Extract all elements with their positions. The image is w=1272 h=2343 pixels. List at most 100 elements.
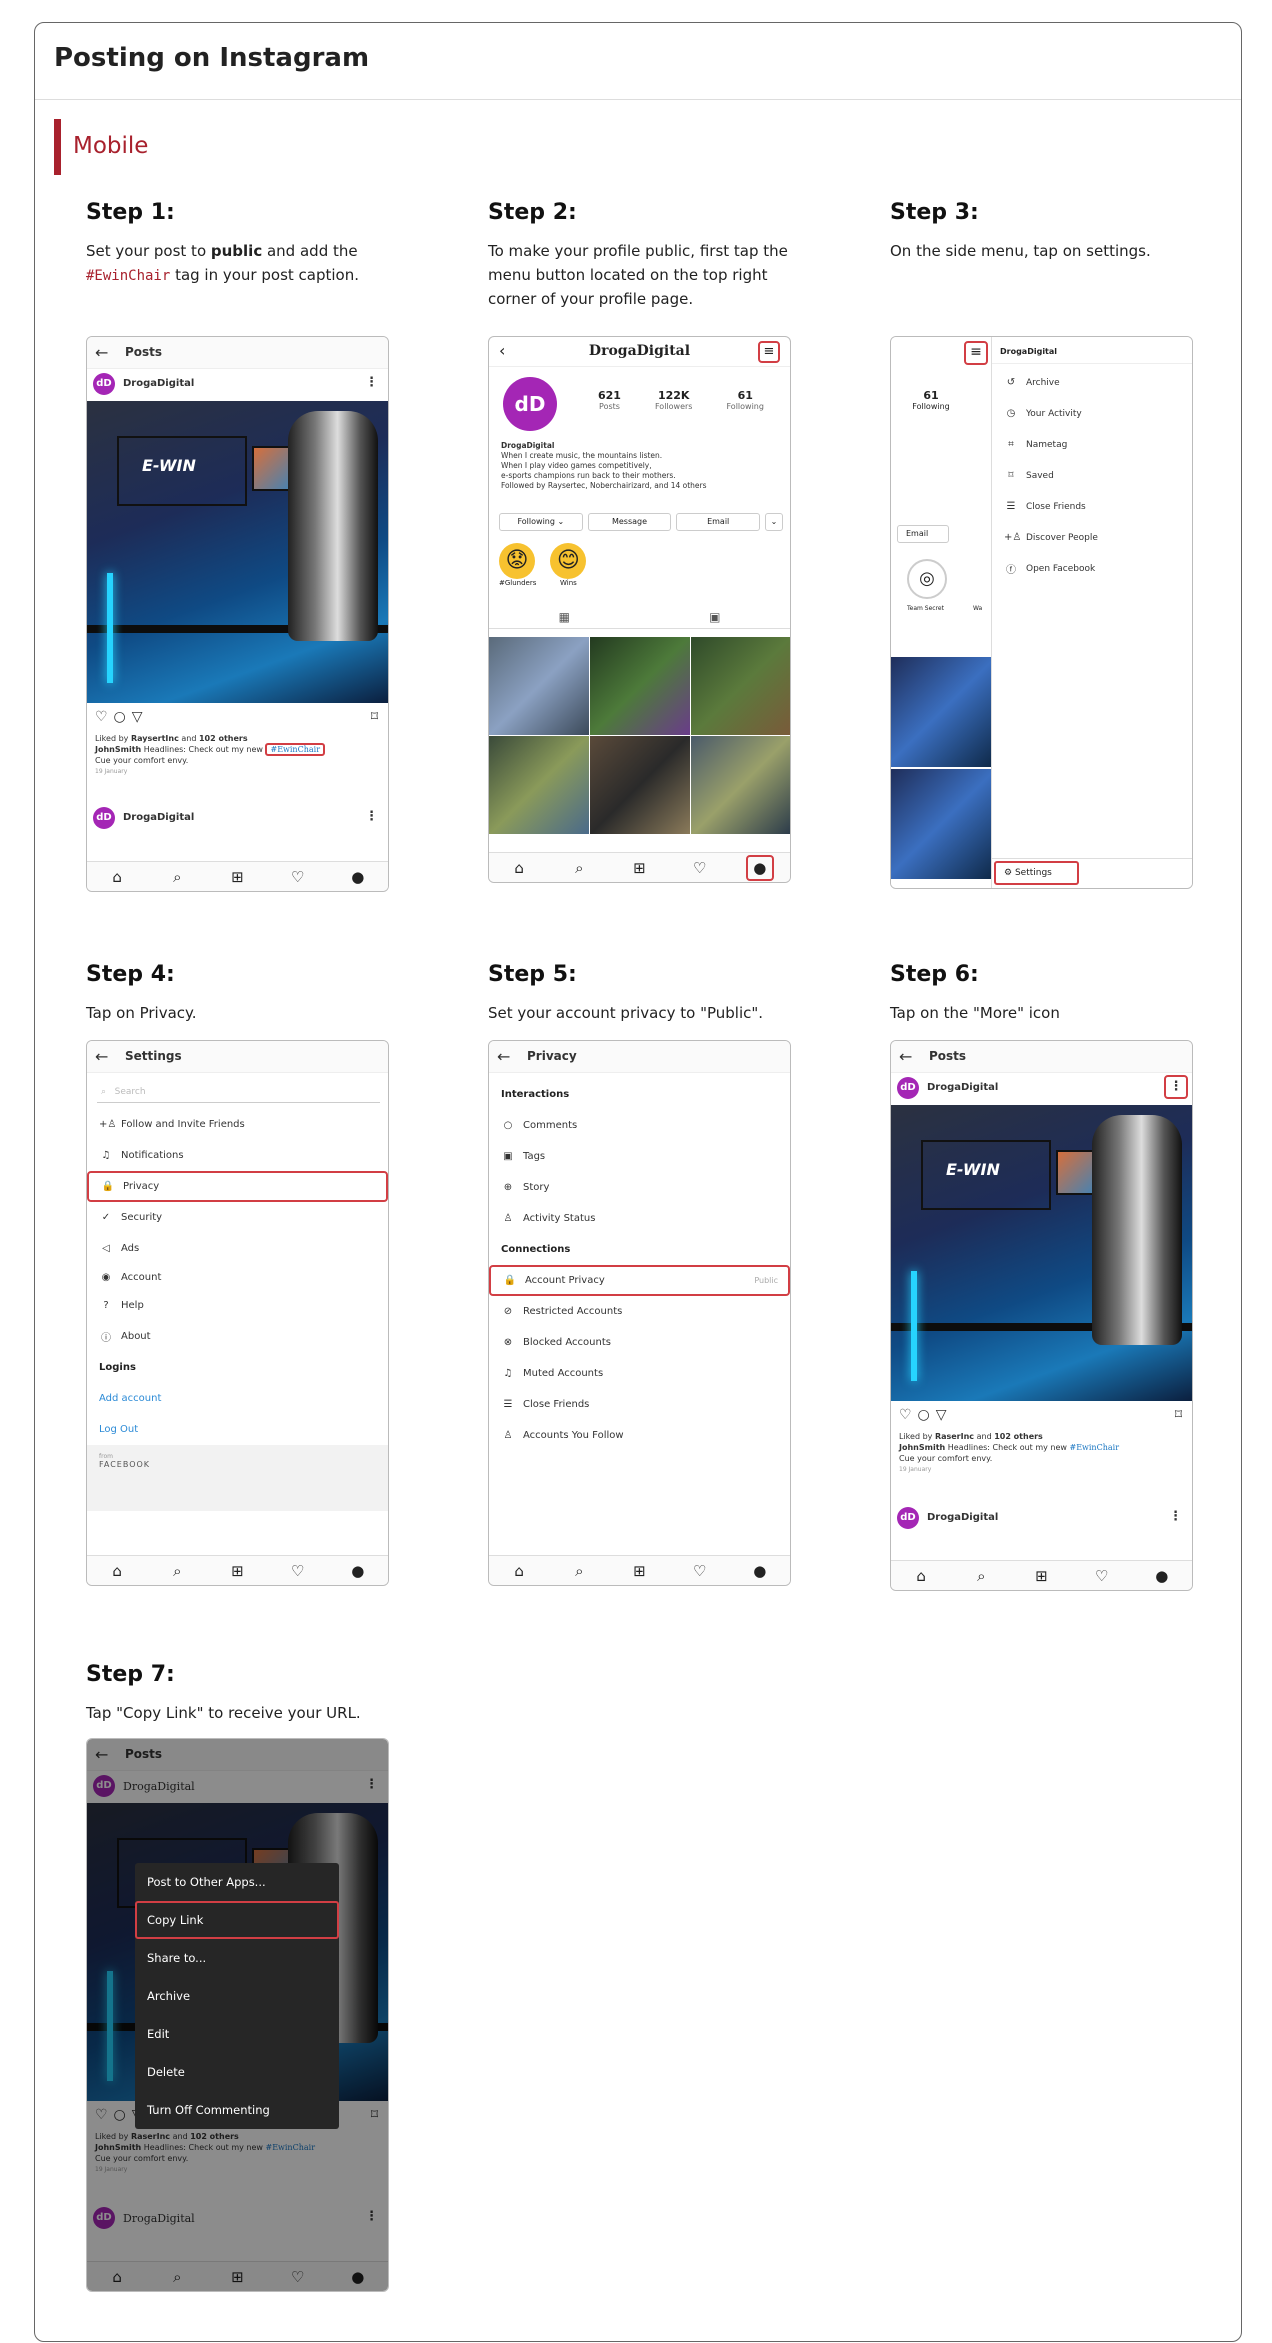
settings-item-ads[interactable]: ◁ Ads: [87, 1233, 388, 1264]
settings-item-notifications[interactable]: ♫ Notifications: [87, 1140, 388, 1171]
highlight-item[interactable]: 😟 #Glunders: [499, 543, 536, 587]
menu-archive[interactable]: Archive: [135, 1977, 339, 2015]
hashtag[interactable]: #EwinChair: [1069, 1443, 1119, 1452]
message-button[interactable]: Message: [587, 513, 672, 531]
settings-item-security[interactable]: ✓ Security: [87, 1202, 388, 1233]
story-label: Wa: [973, 605, 983, 612]
hashtag-highlight[interactable]: #EwinChair: [265, 743, 326, 756]
settings-item-account[interactable]: ◉ Account: [87, 1264, 388, 1290]
menu-share-to[interactable]: Share to...: [135, 1939, 339, 1977]
email-button[interactable]: Email: [676, 513, 761, 531]
privacy-item-accounts-you-follow[interactable]: ♙ Accounts You Follow: [489, 1420, 790, 1451]
back-arrow-icon[interactable]: ←: [497, 1047, 510, 1066]
back-arrow-icon[interactable]: ←: [95, 1047, 108, 1066]
grid-icon[interactable]: ▦: [559, 610, 570, 624]
privacy-item-story[interactable]: ⊕ Story: [489, 1172, 790, 1203]
next-post-author[interactable]: dD DrogaDigital ⋮: [87, 803, 388, 833]
privacy-item-comments[interactable]: ○ Comments: [489, 1110, 790, 1141]
privacy-item-muted[interactable]: ♫ Muted Accounts: [489, 1358, 790, 1389]
grid-tile[interactable]: [590, 637, 690, 735]
heart-icon[interactable]: ♡: [686, 1562, 714, 1580]
more-options-icon[interactable]: ⋮: [365, 809, 378, 824]
hamburger-menu-icon[interactable]: ≡: [964, 341, 988, 365]
tagged-icon[interactable]: ▣: [709, 610, 720, 624]
bookmark-icon[interactable]: ⌑: [1175, 1407, 1182, 1423]
more-options-icon[interactable]: ⋮: [1169, 1509, 1182, 1524]
heart-icon[interactable]: ♡: [284, 868, 312, 886]
menu-item-archive[interactable]: ↺ Archive: [992, 367, 1192, 398]
home-icon[interactable]: ⌂: [103, 868, 131, 886]
more-options-icon[interactable]: ⋮: [365, 375, 378, 390]
menu-turn-off-commenting[interactable]: Turn Off Commenting: [135, 2091, 339, 2129]
back-arrow-icon[interactable]: ←: [95, 343, 108, 362]
privacy-item-activity-status[interactable]: ♙ Activity Status: [489, 1203, 790, 1234]
heart-icon[interactable]: ♡: [1088, 1567, 1116, 1585]
bookmark-icon[interactable]: ⌑: [371, 709, 378, 725]
followers-stat[interactable]: 122K Followers: [655, 389, 692, 411]
menu-item-discover-people[interactable]: +♙ Discover People: [992, 522, 1192, 553]
search-icon[interactable]: ⌕: [163, 868, 191, 886]
settings-item-help[interactable]: ? Help: [87, 1290, 388, 1321]
facebook-footer: from FACEBOOK: [87, 1445, 388, 1511]
back-arrow-icon[interactable]: ←: [899, 1047, 912, 1066]
home-icon[interactable]: ⌂: [907, 1567, 935, 1585]
hamburger-menu-icon[interactable]: ≡: [758, 341, 780, 363]
privacy-item-close-friends[interactable]: ☰ Close Friends: [489, 1389, 790, 1420]
settings-item-privacy[interactable]: 🔒 Privacy: [87, 1171, 388, 1202]
highlight-item[interactable]: 😊 Wins: [550, 543, 587, 587]
post-author[interactable]: dD DrogaDigital ⋮: [891, 1073, 1192, 1103]
menu-delete[interactable]: Delete: [135, 2053, 339, 2091]
privacy-item-tags[interactable]: ▣ Tags: [489, 1141, 790, 1172]
following-stat[interactable]: 61 Following: [726, 389, 763, 411]
privacy-item-account-privacy[interactable]: 🔒 Account Privacy Public: [489, 1265, 790, 1296]
add-account-link[interactable]: Add account: [87, 1383, 388, 1414]
posts-stat[interactable]: 621 Posts: [598, 389, 621, 411]
menu-copy-link[interactable]: Copy Link: [135, 1901, 339, 1939]
search-icon[interactable]: ⌕: [565, 859, 593, 877]
post-author[interactable]: dD DrogaDigital ⋮: [87, 369, 388, 399]
next-post-author[interactable]: dD DrogaDigital ⋮: [891, 1503, 1192, 1533]
heart-icon[interactable]: ♡: [686, 859, 714, 877]
search-icon[interactable]: ⌕: [565, 1562, 593, 1580]
chevron-down-icon[interactable]: ⌄: [765, 513, 784, 531]
log-out-link[interactable]: Log Out: [87, 1414, 388, 1445]
privacy-item-restricted[interactable]: ⊘ Restricted Accounts: [489, 1296, 790, 1327]
settings-item-about[interactable]: ⓘ About: [87, 1321, 388, 1352]
home-icon[interactable]: ⌂: [103, 1562, 131, 1580]
menu-item-open-facebook[interactable]: ⓕ Open Facebook: [992, 553, 1192, 584]
heart-icon[interactable]: ♡: [284, 1562, 312, 1580]
add-icon[interactable]: ⊞: [625, 1562, 653, 1580]
profile-icon[interactable]: ●: [746, 1562, 774, 1580]
menu-item-saved[interactable]: ⌑ Saved: [992, 460, 1192, 491]
add-icon[interactable]: ⊞: [625, 859, 653, 877]
settings-item-follow-invite[interactable]: +♙ Follow and Invite Friends: [87, 1109, 388, 1140]
grid-tile[interactable]: [489, 736, 589, 834]
menu-post-to-other-apps[interactable]: Post to Other Apps...: [135, 1863, 339, 1901]
like-comment-share-icons[interactable]: ♡○▽: [95, 709, 149, 725]
add-icon[interactable]: ⊞: [223, 1562, 251, 1580]
privacy-item-blocked[interactable]: ⊗ Blocked Accounts: [489, 1327, 790, 1358]
grid-tile[interactable]: [691, 736, 790, 834]
profile-icon[interactable]: ●: [344, 868, 372, 886]
menu-item-close-friends[interactable]: ☰ Close Friends: [992, 491, 1192, 522]
add-icon[interactable]: ⊞: [1027, 1567, 1055, 1585]
menu-item-your-activity[interactable]: ◷ Your Activity: [992, 398, 1192, 429]
menu-edit[interactable]: Edit: [135, 2015, 339, 2053]
search-icon[interactable]: ⌕: [163, 1562, 191, 1580]
like-comment-share-icons[interactable]: ♡○▽: [899, 1407, 953, 1423]
add-icon[interactable]: ⊞: [223, 868, 251, 886]
menu-item-nametag[interactable]: ⌗ Nametag: [992, 429, 1192, 460]
grid-tile[interactable]: [590, 736, 690, 834]
search-icon[interactable]: ⌕: [967, 1567, 995, 1585]
following-button[interactable]: Following ⌄: [499, 513, 583, 531]
profile-icon[interactable]: ●: [745, 854, 774, 881]
more-options-icon[interactable]: ⋮: [1164, 1075, 1188, 1099]
grid-tile[interactable]: [489, 637, 589, 735]
home-icon[interactable]: ⌂: [505, 1562, 533, 1580]
settings-menu-item[interactable]: ⚙ Settings: [994, 861, 1079, 885]
home-icon[interactable]: ⌂: [505, 859, 533, 877]
profile-icon[interactable]: ●: [344, 1562, 372, 1580]
profile-icon[interactable]: ●: [1148, 1567, 1176, 1585]
settings-search[interactable]: ⌕ Search: [97, 1081, 380, 1103]
grid-tile[interactable]: [691, 637, 790, 735]
